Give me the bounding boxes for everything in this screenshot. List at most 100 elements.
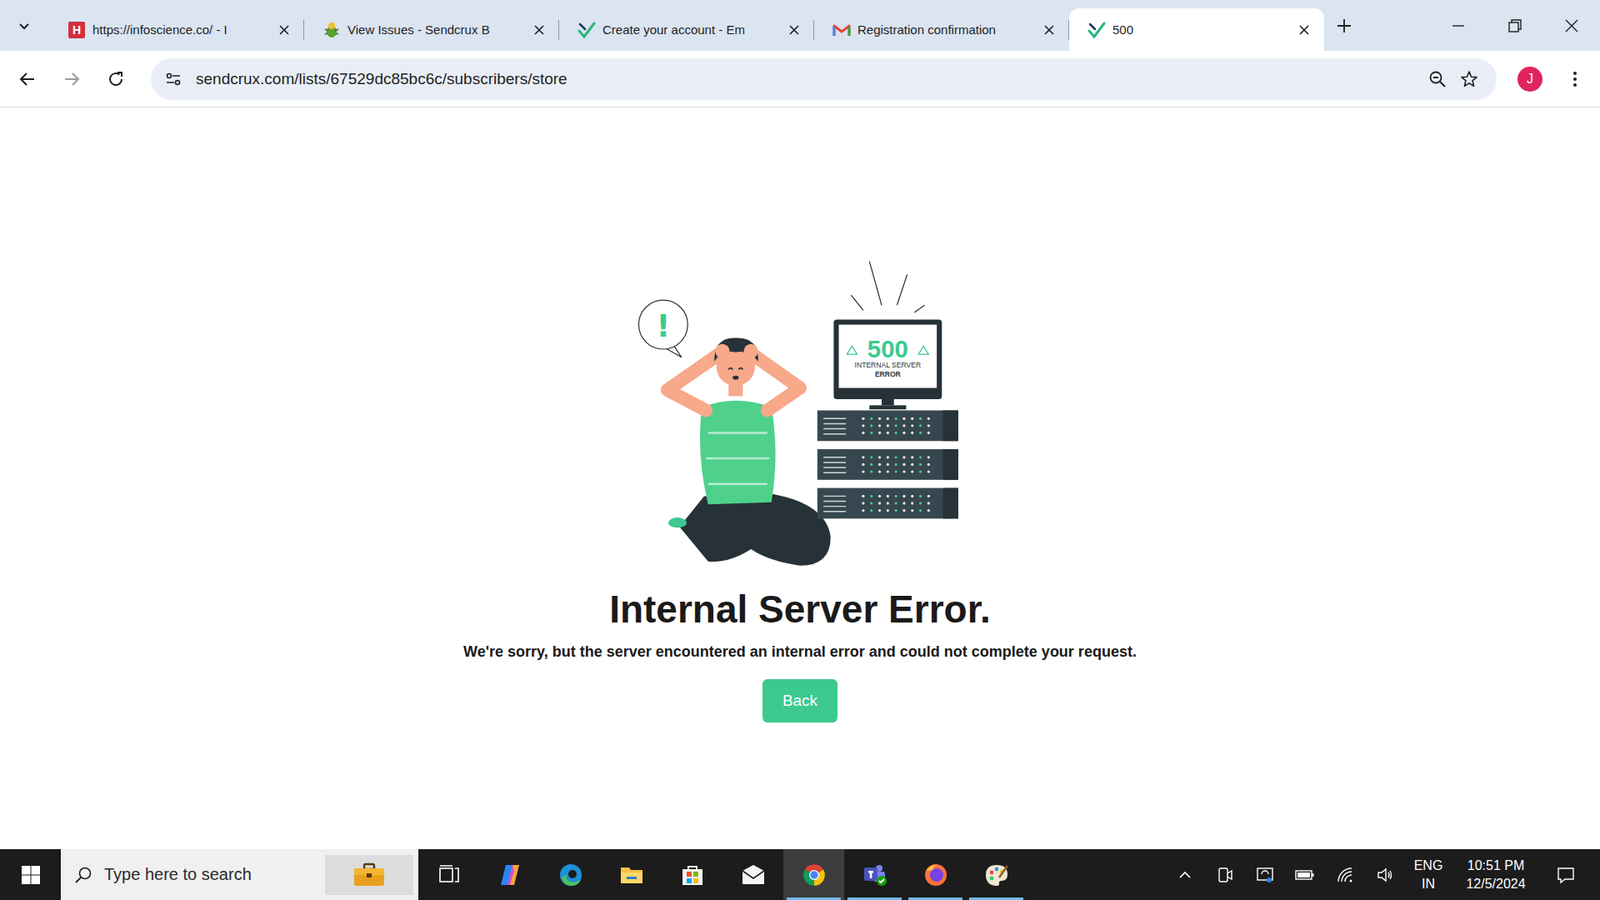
copilot-icon [497, 862, 523, 888]
error-heading: Internal Server Error. [609, 587, 991, 632]
tab-list: H https://infoscience.co/ - I View Issue… [49, 8, 1325, 51]
back-button[interactable] [9, 60, 46, 98]
zoom-out-icon[interactable] [1428, 70, 1447, 89]
close-icon [533, 24, 545, 36]
forward-button[interactable] [53, 60, 90, 98]
arrow-right-icon [62, 70, 81, 89]
tab-close-button[interactable] [784, 20, 805, 40]
browser-tab[interactable]: 500 [1069, 8, 1325, 51]
search-placeholder: Type here to search [104, 865, 252, 885]
taskbar-app[interactable] [965, 849, 1027, 900]
tab-close-button[interactable] [1039, 20, 1060, 40]
server-error-illustration: ! 500INTERNAL SERVERERROR [636, 259, 964, 571]
reload-icon [106, 70, 125, 89]
screen: H https://infoscience.co/ - I View Issue… [0, 0, 1600, 900]
more-vertical-icon [1565, 70, 1585, 89]
alert-mark: ! [655, 308, 670, 345]
taskbar-app[interactable] [722, 849, 784, 900]
close-icon [1564, 18, 1580, 34]
input-language[interactable]: ENG IN [1405, 849, 1452, 900]
screen-line: ERROR [875, 370, 902, 379]
restore-icon [1507, 18, 1523, 34]
browser-tab[interactable]: View Issues - Sendcrux B [304, 8, 560, 51]
tray-icon[interactable] [1205, 849, 1245, 900]
favicon [322, 20, 341, 40]
taskbar-search[interactable]: Type here to search [60, 849, 419, 900]
tab-search-button[interactable] [7, 9, 41, 43]
sync-icon [1255, 865, 1275, 885]
close-icon [1043, 24, 1055, 36]
store-icon [680, 862, 705, 888]
infoscience-icon: H [68, 21, 85, 39]
worried-person [667, 338, 831, 566]
search-highlight[interactable] [325, 855, 414, 895]
minimize-icon [1450, 18, 1466, 34]
back-link-button[interactable]: Back [762, 679, 838, 723]
menu-button[interactable] [1556, 60, 1594, 98]
tab-title: Registration confirmation [857, 22, 1033, 37]
plus-icon [1335, 17, 1353, 35]
tray-icon[interactable] [1245, 849, 1285, 900]
tab-strip: H https://infoscience.co/ - I View Issue… [0, 0, 1600, 51]
address-bar[interactable]: sendcrux.com/lists/67529dc85bc6c/subscri… [150, 58, 1497, 100]
teams-icon [861, 862, 889, 888]
tray-icon[interactable] [1165, 849, 1205, 900]
briefcase-icon [352, 862, 386, 888]
new-tab-button[interactable] [1327, 9, 1361, 43]
tray-icon[interactable] [1285, 849, 1325, 900]
sendcrux-logo-icon [577, 20, 596, 40]
arrow-left-icon [18, 70, 37, 89]
site-info-icon [164, 70, 183, 89]
taskbar-app[interactable] [600, 849, 662, 900]
start-button[interactable] [0, 849, 61, 900]
favicon: H [67, 20, 86, 40]
task-view-icon [437, 863, 461, 887]
browser-tab[interactable]: Create your account - Em [559, 8, 815, 51]
tab-title: View Issues - Sendcrux B [347, 22, 523, 37]
minimize-button[interactable] [1430, 0, 1487, 51]
browser-tab[interactable]: H https://infoscience.co/ - I [49, 8, 305, 51]
search-icon [74, 865, 93, 885]
taskbar-app[interactable] [783, 849, 845, 900]
error-code: 500 [867, 335, 909, 363]
browser-tab[interactable]: Registration confirmation [814, 8, 1070, 51]
bug-icon [322, 20, 341, 40]
battery-icon [1294, 865, 1316, 885]
taskbar-app[interactable] [479, 849, 540, 900]
taskbar-app[interactable] [661, 849, 723, 900]
clock[interactable]: 10:51 PM 12/5/2024 [1451, 849, 1540, 900]
meet-now-icon [1215, 865, 1235, 885]
edge-icon [558, 862, 584, 888]
chevron-up-icon [1176, 866, 1194, 884]
taskbar-app[interactable] [905, 849, 966, 900]
profile-avatar[interactable]: J [1517, 66, 1543, 92]
chrome-icon [801, 862, 827, 888]
restore-button[interactable] [1486, 0, 1544, 51]
taskbar-app[interactable] [540, 849, 601, 900]
server-with-monitor: 500INTERNAL SERVERERROR [817, 261, 959, 520]
close-icon [278, 24, 290, 36]
volume-icon [1375, 865, 1395, 885]
notification-button[interactable] [1540, 849, 1592, 900]
firefox-icon [923, 862, 949, 888]
tray-icon[interactable] [1325, 849, 1365, 900]
taskbar-app[interactable] [844, 849, 905, 900]
page-content: ! 500INTERNAL SERVERERROR Internal Server… [0, 107, 1600, 850]
tab-close-button[interactable] [274, 20, 295, 40]
clock-time: 10:51 PM [1467, 856, 1525, 875]
tab-close-button[interactable] [1294, 20, 1315, 40]
close-window-button[interactable] [1543, 0, 1600, 51]
tab-title: Create your account - Em [602, 22, 778, 37]
tab-title: 500 [1112, 22, 1288, 37]
region-code: IN [1421, 875, 1435, 894]
speech-bubble: ! [638, 300, 688, 358]
sendcrux-logo-icon [1087, 20, 1106, 40]
screen-line: INTERNAL SERVER [855, 360, 921, 370]
toolbar: sendcrux.com/lists/67529dc85bc6c/subscri… [0, 50, 1600, 108]
taskbar-app[interactable] [418, 849, 480, 900]
reload-button[interactable] [97, 60, 135, 98]
tab-close-button[interactable] [529, 20, 550, 40]
tray-icon[interactable] [1365, 849, 1405, 900]
tab-title: https://infoscience.co/ - I [92, 22, 268, 37]
star-icon[interactable] [1460, 70, 1479, 89]
